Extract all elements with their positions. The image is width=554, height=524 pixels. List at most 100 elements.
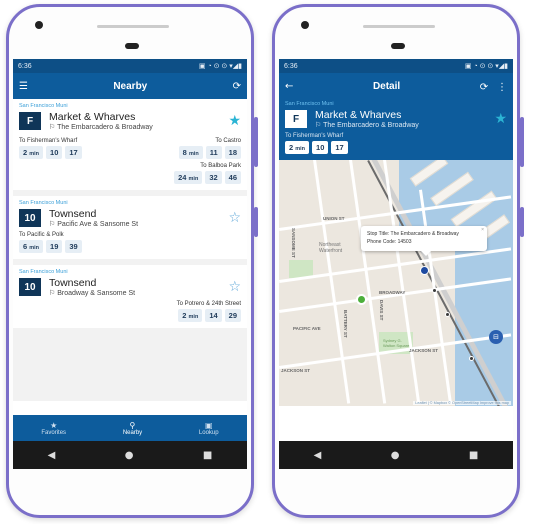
street-label: SANSOME ST — [291, 228, 296, 258]
street-label: BROADWAY — [379, 290, 406, 295]
route-name: Market & Wharves — [315, 109, 402, 121]
stop-dot[interactable] — [445, 312, 450, 317]
stop-dot[interactable] — [432, 288, 437, 293]
agency-label: San Francisco Muni — [19, 200, 68, 206]
favorite-star-outline-icon[interactable]: ☆ — [228, 210, 241, 226]
arrival-time-unit: min — [188, 151, 199, 157]
arrival-time-value: 2 — [23, 148, 28, 157]
menu-icon[interactable]: ☰ — [19, 81, 28, 92]
arrival-times: 2 min 10 17 — [19, 146, 82, 159]
page-title: Nearby — [113, 80, 148, 92]
agency-label: San Francisco Muni — [19, 269, 68, 275]
home-circle-icon[interactable]: ● — [391, 450, 400, 461]
map-view[interactable]: UNION ST SANSOME ST BATTERY ST BROADWAY … — [279, 160, 513, 406]
refresh-icon[interactable]: ⟳ — [233, 81, 241, 92]
arrival-time-unit: min — [29, 245, 40, 251]
street-label: DAVIS ST — [379, 300, 384, 321]
stop-dot[interactable] — [469, 356, 474, 361]
popup-stop-title: Stop Title: The Embarcadero & Broadway — [367, 231, 459, 237]
refresh-icon[interactable]: ⟳ — [480, 82, 488, 93]
stop-name-text: The Embarcadero & Broadway — [323, 122, 419, 129]
stop-name: ⚐ Broadway & Sansome St — [49, 289, 228, 297]
favorite-star-icon[interactable]: ★ — [228, 113, 241, 129]
back-triangle-icon[interactable]: ◀ — [48, 450, 56, 461]
back-triangle-icon[interactable]: ◀ — [314, 450, 322, 461]
arrival-time: 10 — [312, 141, 329, 154]
route-name: Townsend — [49, 277, 97, 289]
home-circle-icon[interactable]: ● — [125, 450, 134, 461]
nav-lookup-label: Lookup — [198, 429, 219, 436]
proximity-sensor — [125, 43, 139, 49]
place-label: Sydney G. Walton Square — [383, 338, 410, 348]
bus-vehicle-icon[interactable]: ⊟ — [489, 330, 503, 344]
user-location-marker — [356, 294, 367, 305]
stop-name-text: Broadway & Sansome St — [57, 290, 136, 297]
stop-name-text: Pacific Ave & Sansome St — [57, 221, 139, 228]
arrival-time-value: 2 — [182, 311, 187, 320]
phone-detail: 6:36 ▣ ◔ ⊙ ⊙ ▾◢▮ ← Detail ⟳ ⋮ San Franci… — [272, 4, 524, 518]
nav-nearby[interactable]: ⚲ Nearby — [123, 421, 142, 436]
arrival-time: 6 min — [19, 240, 44, 253]
arrival-time: 14 — [205, 309, 222, 322]
bus-icon: ▣ — [204, 420, 213, 430]
arrival-times: 2 min 10 17 — [285, 141, 507, 154]
street-label: JACKSON ST — [281, 368, 311, 373]
stop-name-text: The Embarcadero & Broadway — [57, 124, 153, 131]
status-bar: 6:36 ▣ ◔ ⊙ ⊙ ▾◢▮ — [279, 59, 513, 73]
arrival-time: 18 — [224, 146, 241, 159]
nearby-list: San Francisco Muni F Market & Wharves ⚐ … — [13, 99, 247, 401]
arrival-time: 2 min — [178, 309, 203, 322]
arrival-times: 2 min 14 29 — [19, 309, 241, 322]
street — [313, 160, 351, 404]
favorite-star-outline-icon[interactable]: ☆ — [228, 279, 241, 295]
recents-square-icon[interactable]: ■ — [203, 450, 212, 461]
power-button[interactable] — [520, 207, 524, 237]
street-label: UNION ST — [323, 216, 345, 221]
direction-label: To Potrero & 24th Street — [176, 301, 241, 307]
nearby-screen: 6:36 ▣ ◔ ⊙ ⊙ ▾◢▮ ☰ Nearby ⟳ San Francisc… — [13, 59, 247, 441]
arrival-times: 24 min 32 46 — [19, 171, 241, 184]
route-card[interactable]: San Francisco Muni 10 Townsend ⚐ Pacific… — [13, 196, 247, 259]
direction-label: To Pacific & Polk — [19, 232, 64, 238]
arrival-time-unit: min — [188, 314, 199, 320]
arrival-time: 2 min — [285, 141, 310, 154]
page-title: Detail — [372, 80, 401, 92]
volume-button[interactable] — [520, 117, 524, 167]
route-card[interactable]: San Francisco Muni F Market & Wharves ⚐ … — [13, 99, 247, 190]
arrival-time: 32 — [205, 171, 222, 184]
app-bar: ← Detail ⟳ ⋮ — [279, 73, 513, 99]
arrival-time: 11 — [205, 146, 222, 159]
street-label: BATTERY ST — [343, 310, 348, 338]
favorite-star-icon[interactable]: ★ — [494, 111, 507, 127]
power-button[interactable] — [254, 207, 258, 237]
route-card[interactable]: San Francisco Muni 10 Townsend ⚐ Broadwa… — [13, 265, 247, 328]
close-icon[interactable]: × — [481, 227, 484, 235]
arrival-time: 29 — [224, 309, 241, 322]
system-nav-bar: ◀ ● ■ — [279, 441, 513, 469]
nav-lookup[interactable]: ▣ Lookup — [199, 421, 219, 436]
stop-marker[interactable] — [420, 266, 429, 275]
map-attribution[interactable]: Leaflet | © Mapbox © OpenStreetMap Impro… — [413, 401, 511, 405]
nav-favorites[interactable]: ★ Favorites — [41, 421, 66, 436]
detail-screen: 6:36 ▣ ◔ ⊙ ⊙ ▾◢▮ ← Detail ⟳ ⋮ San Franci… — [279, 59, 513, 441]
street — [349, 160, 387, 404]
street-label: JACKSON ST — [409, 348, 439, 353]
stop-popup: × Stop Title: The Embarcadero & Broadway… — [361, 226, 487, 256]
arrival-times: 8 min 11 18 — [178, 146, 241, 159]
recents-square-icon[interactable]: ■ — [469, 450, 478, 461]
back-arrow-icon[interactable]: ← — [285, 81, 293, 92]
arrival-time: 17 — [65, 146, 82, 159]
system-nav-bar: ◀ ● ■ — [13, 441, 247, 469]
more-vert-icon[interactable]: ⋮ — [497, 82, 507, 93]
bottom-navigation: ★ Favorites ⚲ Nearby ▣ Lookup — [13, 415, 247, 441]
arrival-time-unit: min — [29, 151, 40, 157]
arrival-time: 46 — [224, 171, 241, 184]
route-badge: F — [19, 112, 41, 130]
arrival-time-value: 2 — [289, 143, 294, 152]
agency-label: San Francisco Muni — [19, 103, 68, 109]
status-icons: ▣ ◔ ⊙ ⊙ ▾◢▮ — [464, 63, 508, 70]
earpiece — [363, 25, 435, 28]
volume-button[interactable] — [254, 117, 258, 167]
arrival-time: 39 — [65, 240, 82, 253]
location-pin-icon: ⚲ — [129, 420, 136, 430]
